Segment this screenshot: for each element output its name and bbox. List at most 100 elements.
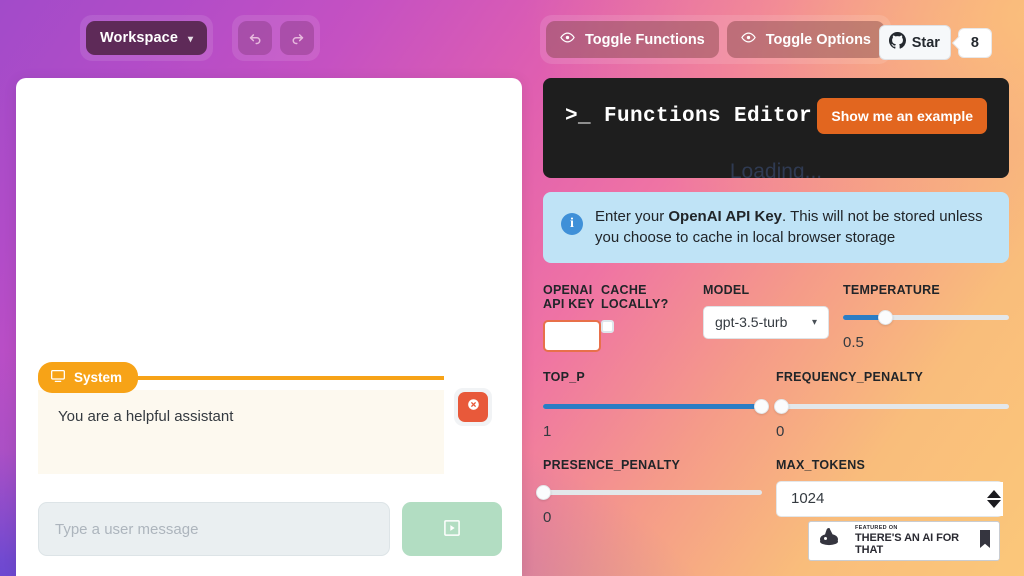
eye-icon bbox=[740, 30, 756, 49]
temperature-slider[interactable] bbox=[843, 309, 1009, 325]
close-circle-icon bbox=[466, 397, 481, 417]
stepper-up-icon[interactable] bbox=[986, 489, 1001, 498]
editor-loading-text: Loading... bbox=[729, 160, 823, 178]
model-select[interactable]: gpt-3.5-turb ▾ bbox=[703, 305, 829, 339]
github-star-count[interactable]: 8 bbox=[957, 27, 992, 58]
presence-penalty-value: 0 bbox=[543, 508, 552, 526]
bookmark-icon[interactable] bbox=[979, 529, 991, 554]
toggle-options-label: Toggle Options bbox=[765, 31, 871, 48]
history-button-group bbox=[232, 15, 320, 61]
taaft-name-label: THERE'S AN AI FOR THAT bbox=[855, 532, 959, 556]
send-message-button[interactable] bbox=[402, 502, 502, 556]
github-icon bbox=[888, 32, 906, 53]
functions-editor-header: >_ Functions Editor Show me an example bbox=[543, 78, 1009, 134]
max-tokens-stepper[interactable] bbox=[984, 481, 1003, 516]
chevron-down-icon: ▾ bbox=[188, 33, 194, 45]
functions-editor-title-text: Functions Editor bbox=[604, 104, 813, 128]
play-box-icon bbox=[442, 518, 462, 541]
cache-locally-group: CACHE LOCALLY? bbox=[601, 283, 703, 333]
presence-penalty-slider[interactable] bbox=[536, 484, 762, 500]
api-key-field-group: OPENAI API KEY bbox=[543, 283, 601, 352]
redo-button[interactable] bbox=[280, 21, 314, 55]
functions-editor-panel: >_ Functions Editor Show me an example L… bbox=[543, 78, 1009, 178]
slider-thumb[interactable] bbox=[754, 398, 770, 414]
cache-locally-checkbox[interactable] bbox=[601, 319, 614, 333]
chevron-down-icon: ▾ bbox=[811, 316, 817, 328]
model-select-value: gpt-3.5-turb bbox=[715, 314, 788, 331]
toggle-functions-button[interactable]: Toggle Functions bbox=[546, 21, 719, 58]
info-text-before: Enter your bbox=[595, 208, 669, 225]
temperature-label: TEMPERATURE bbox=[843, 282, 940, 297]
slider-track bbox=[543, 489, 762, 495]
stepper-down-icon[interactable] bbox=[986, 499, 1001, 508]
workspace-button-group: Workspace ▾ bbox=[80, 15, 214, 61]
functions-editor-title: >_ Functions Editor bbox=[565, 105, 812, 128]
frequency-penalty-value: 0 bbox=[776, 422, 785, 440]
system-message-card: System You are a helpful assistant bbox=[38, 362, 444, 474]
workspace-button-label: Workspace bbox=[100, 30, 179, 46]
user-message-input[interactable] bbox=[38, 502, 390, 556]
github-star-widget: Star 8 bbox=[878, 25, 992, 60]
message-row: System You are a helpful assistant bbox=[38, 362, 502, 474]
undo-button[interactable] bbox=[238, 21, 272, 55]
toggle-options-button[interactable]: Toggle Options bbox=[726, 21, 885, 58]
taaft-logo-icon bbox=[817, 526, 847, 557]
github-star-label: Star bbox=[911, 34, 940, 51]
frequency-penalty-slider[interactable] bbox=[773, 398, 1009, 414]
openai-api-key-input[interactable] bbox=[543, 319, 601, 352]
top-p-value: 1 bbox=[543, 422, 552, 440]
redo-icon bbox=[289, 30, 306, 47]
options-row-3: PRESENCE_PENALTY 0 MAX_TOKENS bbox=[536, 457, 1009, 526]
api-key-label: OPENAI API KEY bbox=[543, 282, 595, 311]
eye-icon bbox=[560, 30, 575, 49]
top-p-group: TOP_P bbox=[543, 370, 776, 384]
monitor-icon bbox=[50, 368, 66, 387]
info-banner-text: Enter your OpenAI API Key. This will not… bbox=[595, 206, 991, 249]
message-composer bbox=[38, 502, 502, 556]
featured-on-badge[interactable]: FEATURED ON THERE'S AN AI FOR THAT bbox=[808, 521, 1000, 561]
max-tokens-label: MAX_TOKENS bbox=[776, 457, 866, 472]
right-column: >_ Functions Editor Show me an example L… bbox=[536, 78, 1009, 526]
taaft-text-block: FEATURED ON THERE'S AN AI FOR THAT bbox=[855, 524, 971, 557]
toggle-button-group: Toggle Functions Toggle Options bbox=[540, 15, 891, 64]
github-star-button[interactable]: Star bbox=[878, 25, 951, 60]
message-content[interactable]: You are a helpful assistant bbox=[38, 390, 444, 474]
cache-locally-label: CACHE LOCALLY? bbox=[601, 282, 669, 311]
max-tokens-field bbox=[776, 480, 1009, 517]
frequency-penalty-group: FREQUENCY_PENALTY bbox=[776, 370, 1009, 384]
frequency-penalty-slider-wrap: 0 bbox=[773, 386, 1009, 440]
slider-thumb[interactable] bbox=[773, 398, 789, 414]
undo-icon bbox=[247, 30, 264, 47]
frequency-penalty-label: FREQUENCY_PENALTY bbox=[776, 369, 924, 384]
message-header-bar: System bbox=[38, 362, 444, 393]
presence-penalty-label: PRESENCE_PENALTY bbox=[543, 457, 681, 472]
temperature-value: 0.5 bbox=[843, 333, 864, 351]
options-row-2-sliders: 1 0 bbox=[543, 386, 1009, 440]
slider-track bbox=[776, 403, 1009, 409]
message-role-badge[interactable]: System bbox=[38, 362, 139, 393]
options-row-1: OPENAI API KEY CACHE LOCALLY? MODEL gpt-… bbox=[543, 283, 1009, 352]
model-select-group: MODEL gpt-3.5-turb ▾ bbox=[703, 283, 843, 339]
max-tokens-group: MAX_TOKENS bbox=[776, 458, 1009, 526]
chat-panel: System You are a helpful assistant bbox=[16, 78, 522, 576]
terminal-prompt-glyph: >_ bbox=[565, 104, 592, 128]
max-tokens-input[interactable] bbox=[776, 480, 1003, 517]
top-p-label: TOP_P bbox=[543, 369, 586, 384]
workspace-button[interactable]: Workspace ▾ bbox=[86, 21, 208, 55]
show-example-button[interactable]: Show me an example bbox=[817, 98, 987, 134]
api-key-info-banner: i Enter your OpenAI API Key. This will n… bbox=[543, 192, 1009, 263]
options-panel: OPENAI API KEY CACHE LOCALLY? MODEL gpt-… bbox=[536, 283, 1009, 526]
temperature-group: TEMPERATURE 0.5 bbox=[843, 283, 1009, 351]
slider-fill bbox=[543, 403, 762, 409]
slider-thumb[interactable] bbox=[536, 484, 551, 500]
top-p-slider[interactable] bbox=[543, 398, 770, 414]
taaft-featured-label: FEATURED ON bbox=[855, 524, 898, 531]
slider-thumb[interactable] bbox=[877, 309, 893, 325]
delete-message-button[interactable] bbox=[458, 392, 488, 422]
app-header: Workspace ▾ Toggle Functions Toggle Opti… bbox=[0, 0, 1024, 82]
message-role-label: System bbox=[74, 370, 123, 385]
toggle-functions-label: Toggle Functions bbox=[585, 31, 705, 48]
message-actions bbox=[454, 388, 492, 426]
app-root: Workspace ▾ Toggle Functions Toggle Opti… bbox=[0, 0, 1024, 576]
options-row-2: TOP_P FREQUENCY_PENALTY bbox=[543, 370, 1009, 384]
